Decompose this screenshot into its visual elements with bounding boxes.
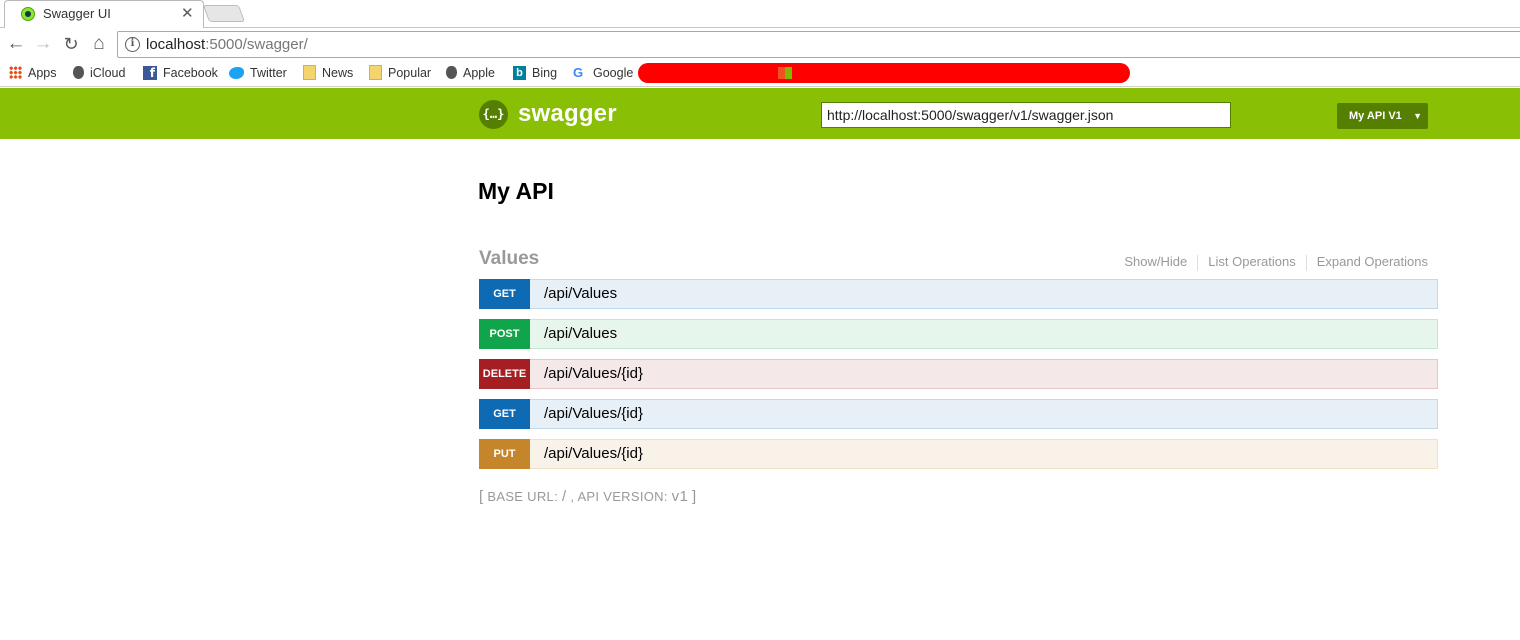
- swagger-logo-icon[interactable]: {…}: [479, 100, 508, 129]
- bookmark-apps[interactable]: Apps: [9, 64, 57, 82]
- url-host: localhost: [146, 36, 206, 53]
- google-icon: G: [573, 64, 584, 80]
- operation-put-value[interactable]: PUT /api/Values/{id}: [479, 439, 1438, 469]
- browser-toolbar: ← → ↻ ⌂ i localhost:5000/swagger/: [0, 29, 1520, 60]
- divider: [1305, 254, 1307, 271]
- api-info-footer: [ BASE URL: / , API VERSION: v1 ]: [479, 488, 697, 505]
- api-version-select[interactable]: My API V1 ▼: [1337, 103, 1428, 129]
- base-url-label: BASE URL:: [487, 489, 559, 504]
- apps-icon: [9, 66, 22, 80]
- folder-icon: [369, 65, 382, 81]
- bookmark-label: Bing: [532, 66, 558, 80]
- bookmark-label: News: [322, 66, 354, 80]
- bookmark-twitter[interactable]: Twitter: [229, 64, 287, 82]
- dropdown-arrow-icon: ▼: [1413, 111, 1422, 121]
- expand-operations-link[interactable]: Expand Operations: [1317, 254, 1428, 269]
- facebook-icon: f: [143, 65, 157, 80]
- swagger-header: {…} swagger My API V1 ▼: [0, 88, 1520, 139]
- swagger-favicon-icon: [21, 7, 35, 21]
- bookmark-label: Google: [593, 66, 634, 80]
- bookmark-facebook[interactable]: f Facebook: [143, 64, 218, 82]
- method-badge[interactable]: POST: [479, 319, 530, 349]
- operation-path[interactable]: /api/Values/{id}: [544, 365, 643, 382]
- tab-title: Swagger UI: [43, 6, 111, 21]
- close-tab-icon[interactable]: ✕: [181, 4, 194, 22]
- api-version-value: v1: [671, 488, 689, 505]
- redaction-mark: [638, 63, 1130, 83]
- apple-icon: [73, 66, 84, 80]
- swagger-logo-text[interactable]: swagger: [518, 100, 617, 128]
- separator: ,: [570, 489, 575, 504]
- bing-icon: b: [513, 65, 526, 80]
- bookmark-google[interactable]: G Google: [573, 64, 633, 82]
- method-badge[interactable]: GET: [479, 399, 530, 429]
- page-title: My API: [478, 178, 554, 204]
- browser-tab-strip: Swagger UI ✕: [0, 0, 1520, 28]
- apple-icon: [446, 66, 457, 80]
- show-hide-link[interactable]: Show/Hide: [1124, 254, 1187, 269]
- divider: [1197, 254, 1199, 271]
- method-badge[interactable]: DELETE: [479, 359, 530, 389]
- list-operations-link[interactable]: List Operations: [1208, 254, 1295, 269]
- bookmark-bing[interactable]: b Bing: [513, 64, 557, 82]
- microsoft-icon: [778, 67, 792, 79]
- resource-title-values[interactable]: Values: [479, 248, 539, 270]
- folder-icon: [303, 65, 316, 81]
- forward-arrow-icon[interactable]: →: [31, 31, 55, 57]
- bookmark-label: Apps: [28, 66, 57, 80]
- operation-get-values[interactable]: GET /api/Values: [479, 279, 1438, 309]
- operation-post-values[interactable]: POST /api/Values: [479, 319, 1438, 349]
- base-url-value: /: [561, 488, 567, 505]
- bookmark-popular[interactable]: Popular: [369, 64, 431, 82]
- bookmark-apple[interactable]: Apple: [446, 64, 495, 82]
- api-version-label: API VERSION:: [577, 489, 668, 504]
- operation-path[interactable]: /api/Values: [544, 285, 617, 302]
- bookmark-label: iCloud: [90, 66, 126, 80]
- home-icon[interactable]: ⌂: [87, 31, 111, 57]
- api-version-select-label: My API V1: [1349, 110, 1402, 122]
- reload-icon[interactable]: ↻: [59, 31, 83, 57]
- twitter-icon: [229, 66, 244, 79]
- site-info-icon[interactable]: i: [125, 37, 140, 52]
- operation-path[interactable]: /api/Values/{id}: [544, 445, 643, 462]
- bookmark-label: Twitter: [250, 66, 287, 80]
- bookmark-icloud[interactable]: iCloud: [73, 64, 125, 82]
- bookmark-label: Apple: [463, 66, 495, 80]
- url-path: :5000/swagger/: [205, 36, 308, 53]
- browser-tab[interactable]: Swagger UI ✕: [4, 0, 204, 28]
- operation-path[interactable]: /api/Values: [544, 325, 617, 342]
- address-bar[interactable]: i localhost:5000/swagger/: [117, 31, 1520, 58]
- resource-actions: Show/Hide List Operations Expand Operation…: [1124, 254, 1428, 271]
- method-badge[interactable]: PUT: [479, 439, 530, 469]
- method-badge[interactable]: GET: [479, 279, 530, 309]
- address-url[interactable]: localhost:5000/swagger/: [146, 36, 308, 53]
- back-arrow-icon[interactable]: ←: [4, 31, 28, 57]
- operation-delete-value[interactable]: DELETE /api/Values/{id}: [479, 359, 1438, 389]
- bookmark-news[interactable]: News: [303, 64, 353, 82]
- operation-get-value-by-id[interactable]: GET /api/Values/{id}: [479, 399, 1438, 429]
- bookmark-label: Popular: [388, 66, 432, 80]
- bookmark-label: Facebook: [163, 66, 218, 80]
- new-tab-button[interactable]: [202, 5, 246, 22]
- operation-path[interactable]: /api/Values/{id}: [544, 405, 643, 422]
- spec-url-input[interactable]: [821, 102, 1231, 128]
- bracket-close: ]: [692, 488, 697, 505]
- bracket-open: [: [479, 488, 484, 505]
